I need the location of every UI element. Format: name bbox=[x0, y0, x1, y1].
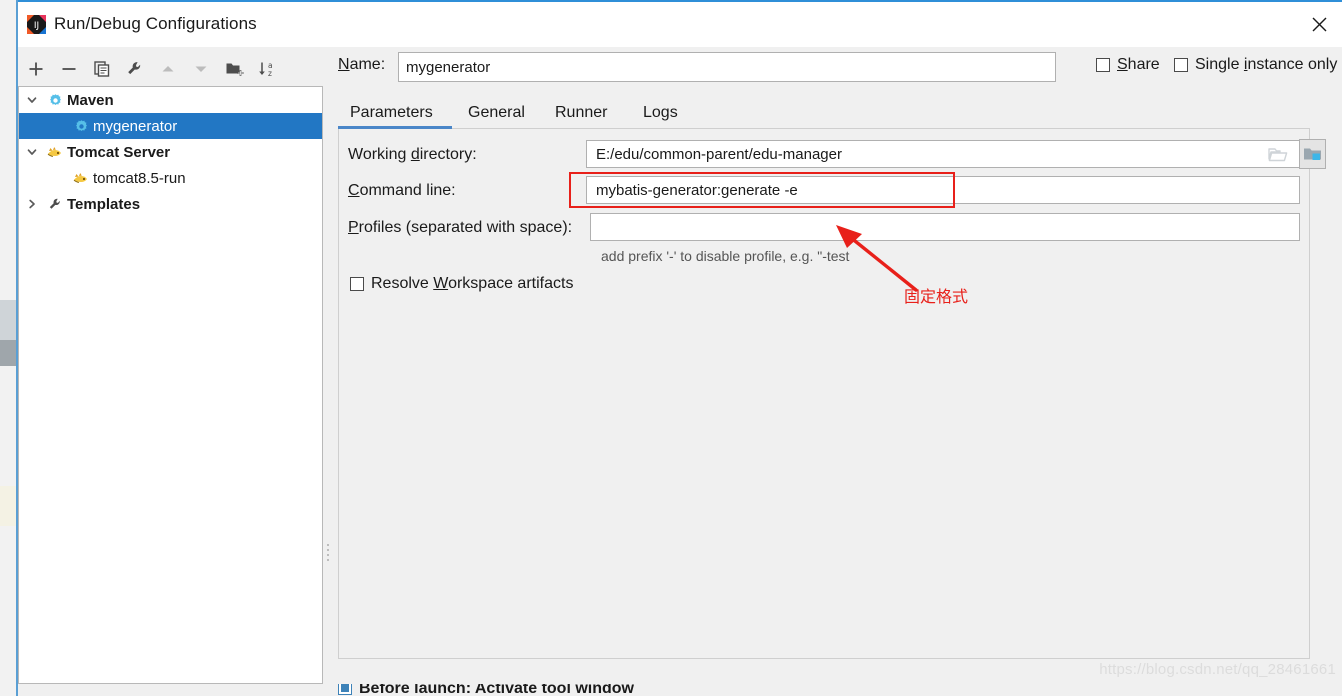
checkbox-box[interactable] bbox=[1096, 58, 1110, 72]
share-checkbox-label: Share bbox=[1117, 56, 1160, 73]
tab-runner[interactable]: Runner bbox=[555, 96, 607, 129]
panel-splitter[interactable] bbox=[323, 86, 335, 682]
name-mnemonic: N bbox=[338, 56, 350, 73]
close-window-button[interactable] bbox=[1296, 2, 1342, 47]
background-ide-strip bbox=[0, 0, 18, 696]
annotation-note: 固定格式 bbox=[904, 287, 969, 306]
watermark: https://blog.csdn.net/qq_28461661 bbox=[1099, 661, 1336, 678]
tab-label: Runner bbox=[555, 103, 608, 121]
working-directory-input[interactable]: E:/edu/common-parent/edu-manager bbox=[586, 140, 1300, 168]
chevron-down-icon[interactable] bbox=[19, 146, 45, 158]
svg-text:z: z bbox=[268, 69, 272, 78]
tree-item-label: Tomcat Server bbox=[67, 143, 171, 161]
checkbox-box[interactable] bbox=[350, 277, 364, 291]
add-configuration-button[interactable] bbox=[24, 57, 48, 81]
tab-label: Logs bbox=[643, 103, 678, 121]
title-bar: IJ Run/Debug Configurations bbox=[18, 2, 1342, 47]
single-instance-checkbox-label: Single instance only bbox=[1195, 56, 1338, 73]
resolve-workspace-artifacts-checkbox[interactable]: Resolve Workspace artifacts bbox=[350, 275, 573, 293]
tomcat-cat-icon bbox=[71, 171, 91, 186]
tree-item-label: Maven bbox=[67, 91, 114, 109]
name-input[interactable] bbox=[398, 52, 1056, 82]
tree-item-label: tomcat8.5-run bbox=[93, 169, 186, 187]
profiles-label: Profiles (separated with space): bbox=[348, 219, 573, 236]
tree-item-label: mygenerator bbox=[93, 117, 178, 135]
remove-configuration-button[interactable] bbox=[57, 57, 81, 81]
tree-item-tomcat-server[interactable]: Tomcat Server bbox=[19, 139, 322, 165]
name-label: Name: bbox=[338, 56, 385, 74]
working-directory-label: Working directory: bbox=[348, 146, 477, 163]
tree-item-maven[interactable]: Maven bbox=[19, 87, 322, 113]
intellij-idea-icon: IJ bbox=[26, 14, 47, 35]
command-line-value: mybatis-generator:generate -e bbox=[596, 181, 798, 199]
before-launch-label: Before launch: Activate tool window bbox=[359, 684, 634, 696]
tree-item-templates[interactable]: Templates bbox=[19, 191, 322, 217]
tree-item-label: Templates bbox=[67, 195, 141, 213]
wrench-icon bbox=[45, 197, 65, 212]
svg-text:IJ: IJ bbox=[34, 21, 39, 31]
move-up-button[interactable] bbox=[156, 57, 180, 81]
tab-label: Parameters bbox=[350, 103, 433, 121]
tab-parameters[interactable]: Parameters bbox=[338, 96, 452, 129]
name-label-rest: ame: bbox=[349, 56, 386, 73]
parameters-tab-panel bbox=[338, 129, 1310, 659]
chevron-right-icon[interactable] bbox=[19, 198, 45, 210]
before-launch-checkbox[interactable]: Before launch: Activate tool window bbox=[338, 684, 634, 696]
checkbox-box[interactable] bbox=[1174, 58, 1188, 72]
tab-general[interactable]: General bbox=[468, 96, 525, 129]
single-instance-checkbox[interactable]: Single instance only bbox=[1174, 56, 1337, 74]
maven-gear-icon bbox=[45, 93, 65, 108]
tree-item-tomcat85-run[interactable]: tomcat8.5-run bbox=[19, 165, 322, 191]
settings-tabs: Parameters General Runner Logs bbox=[338, 96, 1310, 129]
create-folder-button[interactable] bbox=[222, 57, 246, 81]
move-down-button[interactable] bbox=[189, 57, 213, 81]
chevron-down-icon[interactable] bbox=[19, 94, 45, 106]
share-checkbox[interactable]: Share bbox=[1096, 56, 1160, 74]
profiles-hint: add prefix '-' to disable profile, e.g. … bbox=[601, 248, 850, 264]
window-title: Run/Debug Configurations bbox=[54, 14, 257, 33]
profiles-input[interactable] bbox=[590, 213, 1300, 241]
tab-logs[interactable]: Logs bbox=[643, 96, 678, 129]
run-debug-configurations-window: IJ Run/Debug Configurations a z Maven my… bbox=[0, 0, 1342, 696]
command-line-label: Command line: bbox=[348, 182, 456, 199]
tree-item-mygenerator[interactable]: mygenerator bbox=[19, 113, 322, 139]
folder-open-icon[interactable] bbox=[1266, 142, 1290, 166]
maven-gear-icon bbox=[71, 119, 91, 134]
resolve-workspace-artifacts-label: Resolve Workspace artifacts bbox=[371, 275, 574, 292]
tomcat-cat-icon bbox=[45, 145, 65, 160]
copy-configuration-button[interactable] bbox=[90, 57, 114, 81]
sort-configurations-button[interactable]: a z bbox=[255, 57, 279, 81]
folder-module-icon[interactable] bbox=[1299, 139, 1326, 169]
configurations-tree[interactable]: Maven mygenerator Tomcat Server tomcat8.… bbox=[18, 86, 323, 684]
checkbox-box[interactable] bbox=[338, 684, 352, 695]
splitter-grip bbox=[326, 541, 332, 567]
command-line-input[interactable]: mybatis-generator:generate -e bbox=[586, 176, 1300, 204]
edit-templates-button[interactable] bbox=[123, 57, 147, 81]
working-directory-value: E:/edu/common-parent/edu-manager bbox=[596, 145, 842, 163]
tab-label: General bbox=[468, 103, 525, 121]
